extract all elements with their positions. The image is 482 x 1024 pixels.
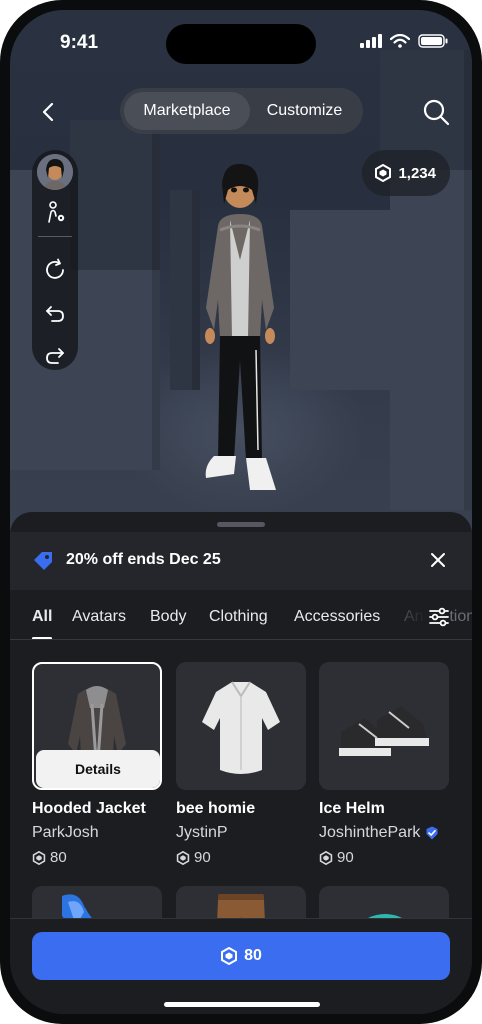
item-name: bee homie — [176, 800, 256, 817]
marketplace-sheet: 20% off ends Dec 25 All Avatars Body Clo… — [10, 512, 472, 1014]
item-price: 80 — [32, 849, 67, 866]
item-card[interactable]: Ice Helm JoshinthePark 90 — [319, 662, 449, 872]
item-name: Hooded Jacket — [32, 800, 146, 817]
mode-switcher: Marketplace Customize — [120, 88, 363, 134]
robux-icon — [32, 850, 46, 865]
screen: 9:41 Marketplace Customize 1,234 20% off… — [10, 10, 472, 1014]
avatar-figure[interactable] — [190, 160, 290, 500]
category-tabs: All Avatars Body Clothing Accessories An… — [10, 594, 472, 640]
creator-name: JoshinthePark — [319, 824, 421, 841]
device-frame: 9:41 Marketplace Customize 1,234 20% off… — [0, 0, 482, 1024]
promo-text: 20% off ends Dec 25 — [66, 551, 221, 568]
avatar-thumbnail — [37, 154, 73, 190]
tab-all[interactable]: All — [32, 608, 52, 626]
price-value: 90 — [194, 849, 211, 866]
search-icon[interactable] — [422, 98, 450, 126]
item-price: 90 — [176, 849, 211, 866]
purchase-footer: 80 — [10, 918, 472, 1014]
item-card[interactable]: Details Hooded Jacket ParkJosh 80 — [32, 662, 162, 872]
tab-clothing[interactable]: Clothing — [209, 608, 268, 626]
home-indicator[interactable] — [164, 1002, 320, 1007]
item-creator[interactable]: JoshinthePark — [319, 824, 439, 842]
scene-block — [290, 210, 400, 390]
tag-icon — [34, 552, 52, 570]
item-thumbnail[interactable] — [176, 662, 306, 790]
robux-icon — [319, 850, 333, 865]
status-time: 9:41 — [60, 32, 99, 53]
creator-name: ParkJosh — [32, 824, 99, 841]
battery-icon — [418, 34, 448, 48]
rotate-icon[interactable] — [43, 258, 67, 282]
tab-marketplace[interactable]: Marketplace — [124, 92, 250, 130]
toolbar-divider — [38, 236, 72, 237]
chevron-left-icon — [42, 102, 54, 122]
status-icons — [360, 34, 448, 48]
tab-avatars[interactable]: Avatars — [72, 608, 126, 626]
close-icon[interactable] — [428, 550, 448, 570]
item-thumbnail[interactable] — [319, 662, 449, 790]
active-tab-indicator — [32, 637, 52, 639]
item-price: 90 — [319, 849, 354, 866]
wifi-icon — [390, 34, 410, 48]
item-thumbnail[interactable]: Details — [32, 662, 162, 790]
tab-customize[interactable]: Customize — [250, 92, 359, 130]
verified-badge-icon — [426, 826, 438, 840]
tab-body[interactable]: Body — [150, 608, 186, 626]
robux-balance[interactable]: 1,234 — [362, 150, 450, 196]
white-shirt-image — [202, 681, 280, 774]
price-value: 80 — [50, 849, 67, 866]
undo-icon[interactable] — [43, 302, 67, 326]
sneakers-image — [339, 706, 429, 756]
avatar-settings-icon[interactable] — [43, 200, 67, 224]
robux-icon — [221, 947, 238, 965]
price-value: 90 — [337, 849, 354, 866]
item-card[interactable]: bee homie JystinP 90 — [176, 662, 306, 872]
side-toolbar — [32, 150, 78, 370]
signal-icon — [360, 34, 382, 48]
redo-icon[interactable] — [43, 344, 67, 368]
buy-button[interactable]: 80 — [32, 932, 450, 980]
avatar-thumbnail-button[interactable] — [37, 154, 73, 190]
tab-accessories[interactable]: Accessories — [294, 608, 380, 626]
sheet-handle[interactable] — [217, 522, 265, 527]
dynamic-island — [166, 24, 316, 64]
back-button[interactable] — [34, 98, 62, 126]
item-creator[interactable]: ParkJosh — [32, 824, 99, 842]
filter-icon[interactable] — [428, 606, 450, 628]
robux-amount: 1,234 — [398, 164, 436, 182]
creator-name: JystinP — [176, 824, 228, 841]
promo-banner: 20% off ends Dec 25 — [10, 532, 472, 590]
details-button[interactable]: Details — [36, 750, 160, 788]
buy-price: 80 — [244, 947, 262, 964]
scene-block — [70, 120, 160, 270]
robux-icon — [176, 850, 190, 865]
scene-block — [390, 150, 472, 510]
item-name: Ice Helm — [319, 800, 385, 817]
item-creator[interactable]: JystinP — [176, 824, 228, 842]
robux-icon — [375, 164, 392, 182]
